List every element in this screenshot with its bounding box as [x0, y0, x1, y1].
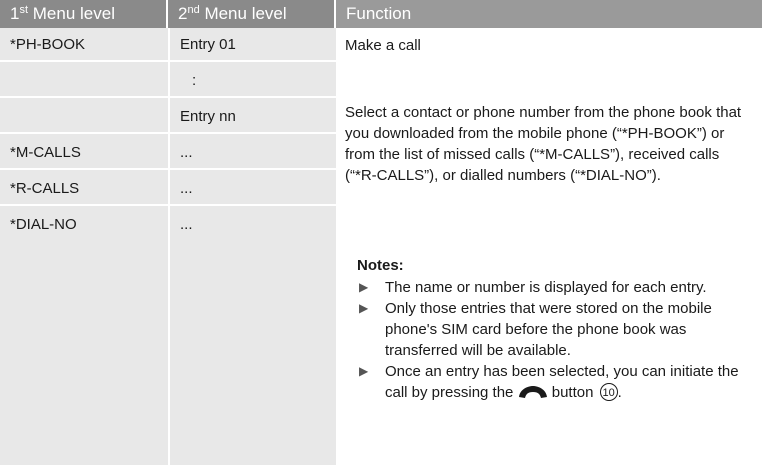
level2-cell: Entry nn	[168, 100, 336, 134]
header-1st-menu-level: 1st Menu level	[0, 0, 168, 28]
level1-cell: *M-CALLS	[0, 136, 168, 170]
header-function: Function	[336, 0, 762, 28]
level2-cell: ...	[168, 172, 336, 206]
notes-heading: Notes:	[357, 257, 404, 274]
column-divider	[336, 28, 338, 465]
function-title: Make a call	[345, 37, 421, 54]
header-1st-sup: st	[19, 4, 29, 16]
level2-cell: ...	[168, 136, 336, 170]
table-row: *DIAL-NO ...	[0, 208, 336, 242]
note-text: Only those entries that were stored on t…	[385, 300, 712, 359]
level1-cell	[0, 64, 168, 98]
level2-cell: Entry 01	[168, 28, 336, 62]
phone-handset-icon	[518, 386, 547, 398]
level1-cell: *PH-BOOK	[0, 28, 168, 62]
note-item: ▶ Once an entry has been selected, you c…	[359, 363, 739, 401]
table-header: 1st Menu level 2nd Menu level Function	[0, 0, 762, 28]
header-2nd-menu-level: 2nd Menu level	[168, 0, 336, 28]
triangle-right-icon: ▶	[359, 301, 369, 315]
level2-cell: :	[168, 64, 336, 98]
note-item: ▶ Only those entries that were stored on…	[357, 298, 757, 361]
notes-list: ▶ The name or number is displayed for ea…	[357, 277, 757, 403]
header-2nd-rest: Menu level	[199, 4, 287, 23]
table-row: Entry nn	[0, 100, 336, 134]
note-button-label: button	[551, 384, 594, 401]
header-1st-rest: Menu level	[28, 4, 115, 23]
menu-table: 1st Menu level 2nd Menu level Function *…	[0, 0, 762, 465]
level1-cell: *DIAL-NO	[10, 216, 77, 233]
triangle-right-icon: ▶	[359, 364, 369, 378]
button-number-badge: 10	[599, 383, 618, 401]
note-item: ▶ The name or number is displayed for ea…	[357, 277, 757, 298]
table-row: *PH-BOOK Entry 01	[0, 28, 336, 62]
level1-cell	[0, 100, 168, 134]
level1-cell: *R-CALLS	[0, 172, 168, 206]
triangle-right-icon: ▶	[359, 280, 369, 294]
table-row: :	[0, 64, 336, 98]
note-text: The name or number is displayed for each…	[385, 279, 707, 296]
level2-cell: ...	[180, 216, 193, 233]
header-2nd-sup: nd	[187, 4, 200, 16]
function-description: Select a contact or phone number from th…	[345, 104, 742, 184]
table-row: *R-CALLS ...	[0, 172, 336, 206]
table-row: *M-CALLS ...	[0, 136, 336, 170]
